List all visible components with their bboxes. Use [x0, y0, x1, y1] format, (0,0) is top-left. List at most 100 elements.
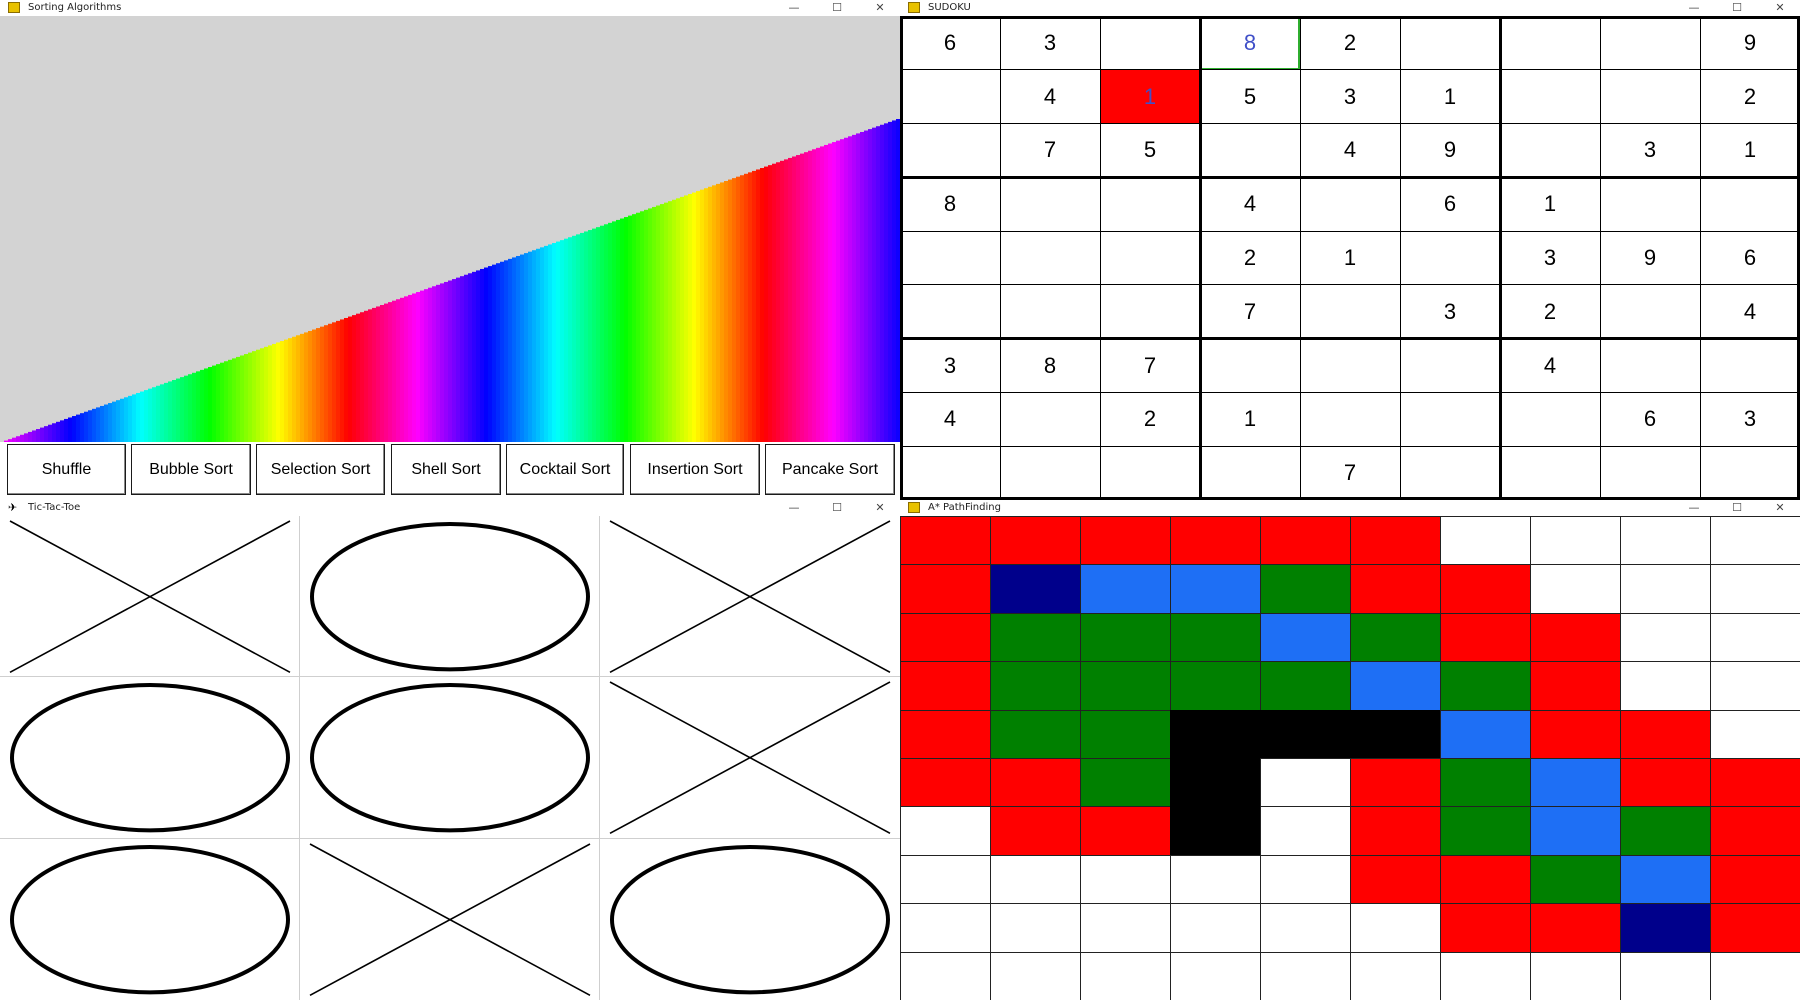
astar-cell-closed[interactable]	[900, 516, 991, 566]
maximize-icon[interactable]: ☐	[817, 0, 857, 16]
sudoku-cell[interactable]	[1700, 177, 1800, 231]
maximize-icon[interactable]: ☐	[1717, 500, 1757, 516]
sudoku-cell[interactable]	[1700, 339, 1800, 393]
astar-cell-closed[interactable]	[1620, 758, 1711, 808]
astar-cell-wall[interactable]	[1170, 709, 1261, 759]
sudoku-cell[interactable]	[900, 70, 1000, 124]
maximize-icon[interactable]: ☐	[1717, 0, 1757, 16]
sudoku-cell[interactable]: 9	[1400, 124, 1500, 178]
astar-cell-open[interactable]	[1530, 854, 1621, 905]
astar-cell-empty[interactable]	[1350, 951, 1441, 1000]
astar-cell-empty[interactable]	[1620, 951, 1711, 1000]
astar-cell-closed[interactable]	[990, 806, 1081, 856]
astar-cell-empty[interactable]	[1620, 612, 1711, 663]
sudoku-cell[interactable]: 8	[1000, 339, 1100, 393]
astar-cell-closed[interactable]	[1440, 564, 1531, 614]
sudoku-cell[interactable]	[1300, 392, 1400, 446]
astar-cell-empty[interactable]	[1710, 709, 1800, 759]
astar-cell-path[interactable]	[1620, 854, 1711, 905]
astar-cell-open[interactable]	[1440, 758, 1531, 808]
tictactoe-cell[interactable]	[300, 677, 600, 839]
sudoku-cell[interactable]: 3	[1700, 392, 1800, 446]
sudoku-cell[interactable]	[1500, 446, 1600, 500]
astar-cell-empty[interactable]	[1260, 903, 1351, 953]
sudoku-cell[interactable]: 4	[1000, 70, 1100, 124]
astar-cell-closed[interactable]	[900, 612, 991, 663]
sudoku-cell[interactable]: 3	[1500, 231, 1600, 285]
sudoku-cell[interactable]: 4	[1700, 285, 1800, 339]
sudoku-cell[interactable]	[1700, 446, 1800, 500]
astar-cell-closed[interactable]	[1710, 903, 1800, 953]
astar-cell-wall[interactable]	[1260, 709, 1351, 759]
sudoku-cell[interactable]	[1200, 124, 1300, 178]
astar-cell-path[interactable]	[1530, 758, 1621, 808]
sudoku-cell[interactable]: 6	[1700, 231, 1800, 285]
astar-cell-closed[interactable]	[1530, 612, 1621, 663]
astar-cell-empty[interactable]	[900, 951, 991, 1000]
tictactoe-cell[interactable]	[0, 677, 300, 839]
sudoku-cell[interactable]	[900, 285, 1000, 339]
sudoku-cell[interactable]: 4	[1500, 339, 1600, 393]
sudoku-cell[interactable]	[1600, 70, 1700, 124]
sudoku-cell[interactable]: 7	[1000, 124, 1100, 178]
astar-cell-open[interactable]	[990, 709, 1081, 759]
sudoku-cell[interactable]	[1400, 392, 1500, 446]
sudoku-cell[interactable]: 4	[1200, 177, 1300, 231]
sudoku-cell[interactable]	[1600, 285, 1700, 339]
astar-cell-empty[interactable]	[1710, 612, 1800, 663]
astar-cell-wall[interactable]	[1170, 758, 1261, 808]
sudoku-cell[interactable]	[900, 446, 1000, 500]
astar-cell-empty[interactable]	[1710, 951, 1800, 1000]
sudoku-cell[interactable]	[1200, 446, 1300, 500]
astar-cell-closed[interactable]	[1710, 758, 1800, 808]
insertion-sort-button[interactable]: Insertion Sort	[630, 444, 760, 495]
sudoku-cell[interactable]: 9	[1700, 16, 1800, 70]
astar-cell-open[interactable]	[1170, 661, 1261, 711]
astar-cell-wall[interactable]	[1170, 806, 1261, 856]
astar-cell-closed[interactable]	[1710, 854, 1800, 905]
astar-cell-open[interactable]	[1620, 806, 1711, 856]
astar-cell-open[interactable]	[1260, 661, 1351, 711]
astar-cell-path[interactable]	[1530, 806, 1621, 856]
astar-cell-closed[interactable]	[1260, 516, 1351, 566]
astar-cell-endpoint[interactable]	[990, 564, 1081, 614]
close-icon[interactable]: ✕	[1760, 0, 1800, 16]
astar-cell-path[interactable]	[1350, 661, 1441, 711]
astar-cell-empty[interactable]	[1170, 951, 1261, 1000]
cocktail-sort-button[interactable]: Cocktail Sort	[506, 444, 624, 495]
sudoku-cell[interactable]: 1	[1300, 231, 1400, 285]
astar-cell-empty[interactable]	[990, 903, 1081, 953]
astar-cell-closed[interactable]	[1620, 709, 1711, 759]
tictactoe-cell[interactable]	[0, 516, 300, 678]
astar-cell-empty[interactable]	[1620, 564, 1711, 614]
astar-cell-closed[interactable]	[1530, 709, 1621, 759]
astar-cell-closed[interactable]	[1170, 516, 1261, 566]
astar-cell-empty[interactable]	[1530, 951, 1621, 1000]
astar-cell-open[interactable]	[990, 612, 1081, 663]
astar-cell-open[interactable]	[1260, 564, 1351, 614]
sudoku-cell[interactable]: 5	[1200, 70, 1300, 124]
tictactoe-cell[interactable]	[600, 839, 900, 1000]
sudoku-cell[interactable]	[1500, 70, 1600, 124]
astar-cell-empty[interactable]	[900, 854, 991, 905]
astar-cell-closed[interactable]	[1350, 564, 1441, 614]
sudoku-cell[interactable]	[1200, 339, 1300, 393]
tictactoe-cell[interactable]	[300, 516, 600, 678]
astar-cell-closed[interactable]	[900, 564, 991, 614]
sudoku-cell[interactable]	[1300, 339, 1400, 393]
astar-cell-empty[interactable]	[1620, 661, 1711, 711]
sudoku-cell[interactable]: 3	[1300, 70, 1400, 124]
astar-cell-closed[interactable]	[900, 661, 991, 711]
astar-cell-closed[interactable]	[990, 758, 1081, 808]
astar-cell-endpoint[interactable]	[1620, 903, 1711, 953]
astar-cell-open[interactable]	[1440, 806, 1531, 856]
sudoku-cell[interactable]	[1400, 339, 1500, 393]
astar-cell-closed[interactable]	[1080, 516, 1171, 566]
minimize-icon[interactable]: —	[774, 0, 814, 16]
astar-cell-closed[interactable]	[1530, 661, 1621, 711]
sudoku-cell[interactable]: 3	[900, 339, 1000, 393]
astar-cell-open[interactable]	[1080, 709, 1171, 759]
astar-cell-empty[interactable]	[1620, 516, 1711, 566]
astar-cell-empty[interactable]	[1260, 758, 1351, 808]
astar-cell-empty[interactable]	[1260, 806, 1351, 856]
